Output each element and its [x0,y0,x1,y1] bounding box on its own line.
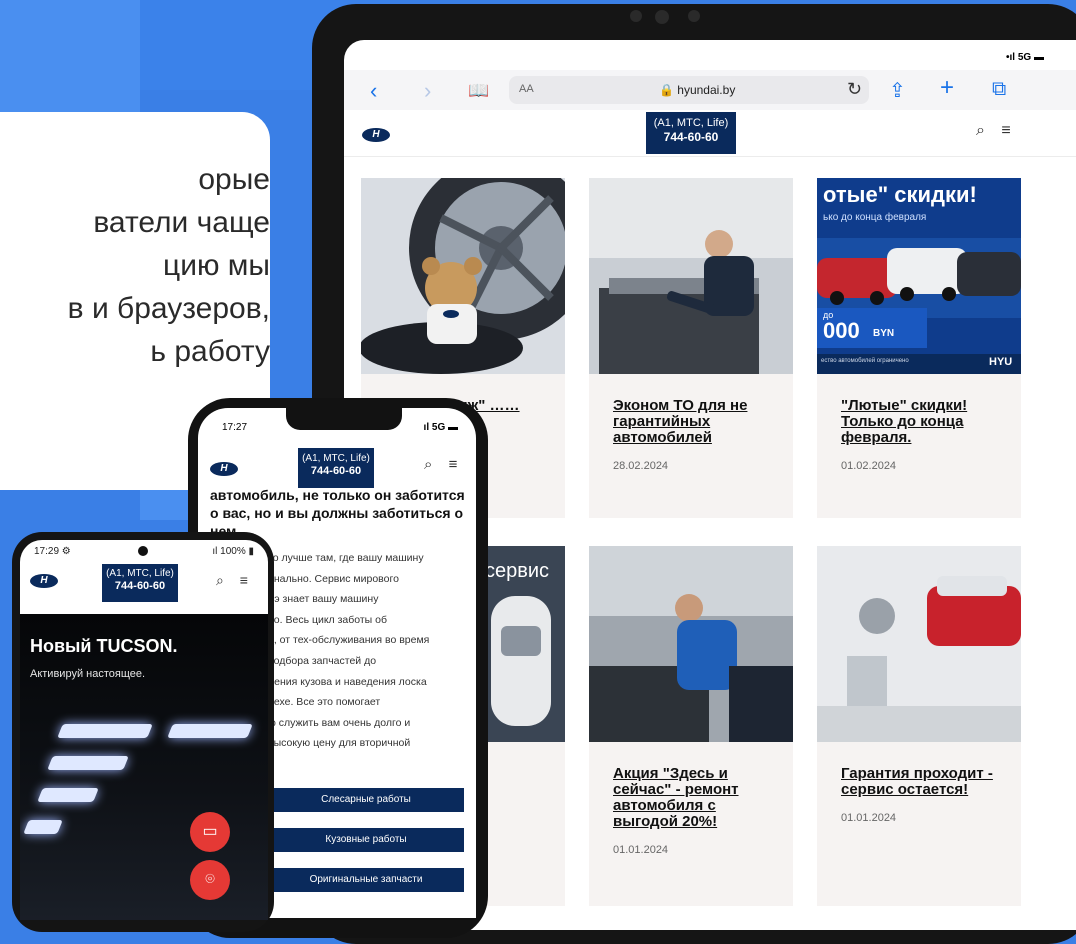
card-icon[interactable]: ▭ [190,812,230,852]
button-body-work[interactable]: Кузовные работы [268,828,464,852]
article-image [361,178,565,374]
forward-icon[interactable]: › [424,78,431,104]
back-icon[interactable]: ‹ [370,78,377,104]
notch [286,408,402,430]
article-card[interactable]: отые" скидки! ько до конца февраля до 00… [817,178,1021,518]
phone-number: 744-60-60 [114,580,166,592]
phone-badge[interactable]: (A1, МТС, Life) 744-60-60 [646,112,736,154]
bg-block [0,0,140,120]
phone-operators: (A1, МТС, Life) [302,453,370,464]
phone-number: 744-60-60 [663,130,719,144]
article-title[interactable]: "Лютые" скидки! Только до конца февраля. [841,398,997,446]
article-title[interactable]: Акция "Здесь и сейчас" - ремонт автомоби… [613,766,769,830]
phone-operators: (A1, МТС, Life) [653,117,729,129]
mechanic-engine-illustration [589,178,793,374]
phone-badge[interactable]: (A1, МТС, Life) 744-60-60 [102,564,178,602]
headlight-strip [37,788,99,802]
article-date: 01.01.2024 [841,812,897,824]
status-bar: •ıl 5G ▬ [1006,52,1044,63]
status-bar: 17:29 ⚙ ıl 100% ▮ [20,540,268,562]
location-pin-icon[interactable]: ⌾ [190,860,230,900]
promo-currency: BYN [873,328,895,339]
url-text: 🔒 hyundai.by [659,83,736,97]
article-image [589,546,793,742]
tablet-camera [630,10,642,22]
card-text: орые ватели чаще цию мы в и браузеров, ь… [67,163,270,368]
phone-screen: 17:29 ⚙ ıl 100% ▮ H (A1, МТС, Life) 744-… [20,540,268,920]
share-icon[interactable]: ⇪ [889,78,906,103]
hyundai-logo-icon[interactable]: H [30,574,58,588]
phone-number: 744-60-60 [310,465,362,477]
headlight-strip [23,820,63,834]
hyundai-logo-icon[interactable]: H [362,128,390,142]
tablet-sensor [688,10,700,22]
search-menu-icons[interactable]: ⌕ ≡ [216,572,254,589]
bookmarks-icon[interactable]: 📖 [468,81,489,101]
article-card[interactable]: Акция "Здесь и сейчас" - ремонт автомоби… [589,546,793,906]
article-body: то лучше там, где вашу машину онально. С… [268,552,430,750]
article-card[interactable]: Гарантия проходит - сервис остается! 01.… [817,546,1021,906]
hyundai-logo-icon[interactable]: H [210,462,238,476]
article-title[interactable]: Эконом ТО для не гарантийных автомобилей [613,398,769,446]
promo-small-print: ество автомобилей ограничено [821,358,909,364]
tire-teddy-illustration [361,178,565,374]
status-time: 17:29 ⚙ [34,546,71,557]
headlight-strip [47,756,129,770]
status-signal: ıl 5G ▬ [423,422,458,433]
address-bar[interactable]: AA 🔒 hyundai.by ↻ [509,76,869,104]
site-header: H (A1, МТС, Life) 744-60-60 ⌕ ≡ [344,112,1076,157]
button-original-parts[interactable]: Оригинальные запчасти [268,868,464,892]
article-title[interactable]: Гарантия проходит - сервис остается! [841,766,997,798]
status-time: 17:27 [222,422,248,433]
front-camera [138,546,148,556]
mechanic-repair-illustration [589,546,793,742]
hero-banner: Новый TUCSON. Активируй настоящее. ▭ ⌾ [20,614,268,920]
article-card[interactable]: Эконом ТО для не гарантийных автомобилей… [589,178,793,518]
article-date: 01.01.2024 [613,844,669,856]
reader-mode-icon[interactable]: AA [519,83,534,95]
hero-subtitle: Активируй настоящее. [30,668,146,680]
promo-brand: HYU [989,356,1013,368]
promo-cars-illustration [817,238,1021,374]
tabs-icon[interactable]: ⧉ [992,78,1006,101]
phone-badge[interactable]: (A1, МТС, Life) 744-60-60 [298,448,374,488]
search-menu-icons[interactable]: ⌕ ≡ [976,122,1017,140]
article-date: 28.02.2024 [613,460,669,472]
article-image [589,178,793,374]
new-tab-icon[interactable]: + [940,74,954,102]
article-date: 01.02.2024 [841,460,897,472]
hero-title: Новый TUCSON. [30,636,178,656]
promo-price: 000 [823,318,860,343]
promo-banner: отые" скидки! ько до конца февраля до 00… [817,178,1021,374]
headlight-strip [57,724,153,738]
status-battery: ıl 100% ▮ [212,546,254,557]
headlight-strip [167,724,253,738]
phone-operators: (A1, МТС, Life) [106,568,174,579]
reload-icon[interactable]: ↻ [847,79,862,100]
garage-lift-illustration [817,546,1021,742]
search-menu-icons[interactable]: ⌕ ≡ [424,456,463,473]
button-locksmith[interactable]: Слесарные работы [268,788,464,812]
article-image [817,546,1021,742]
tablet-camera [655,10,669,24]
